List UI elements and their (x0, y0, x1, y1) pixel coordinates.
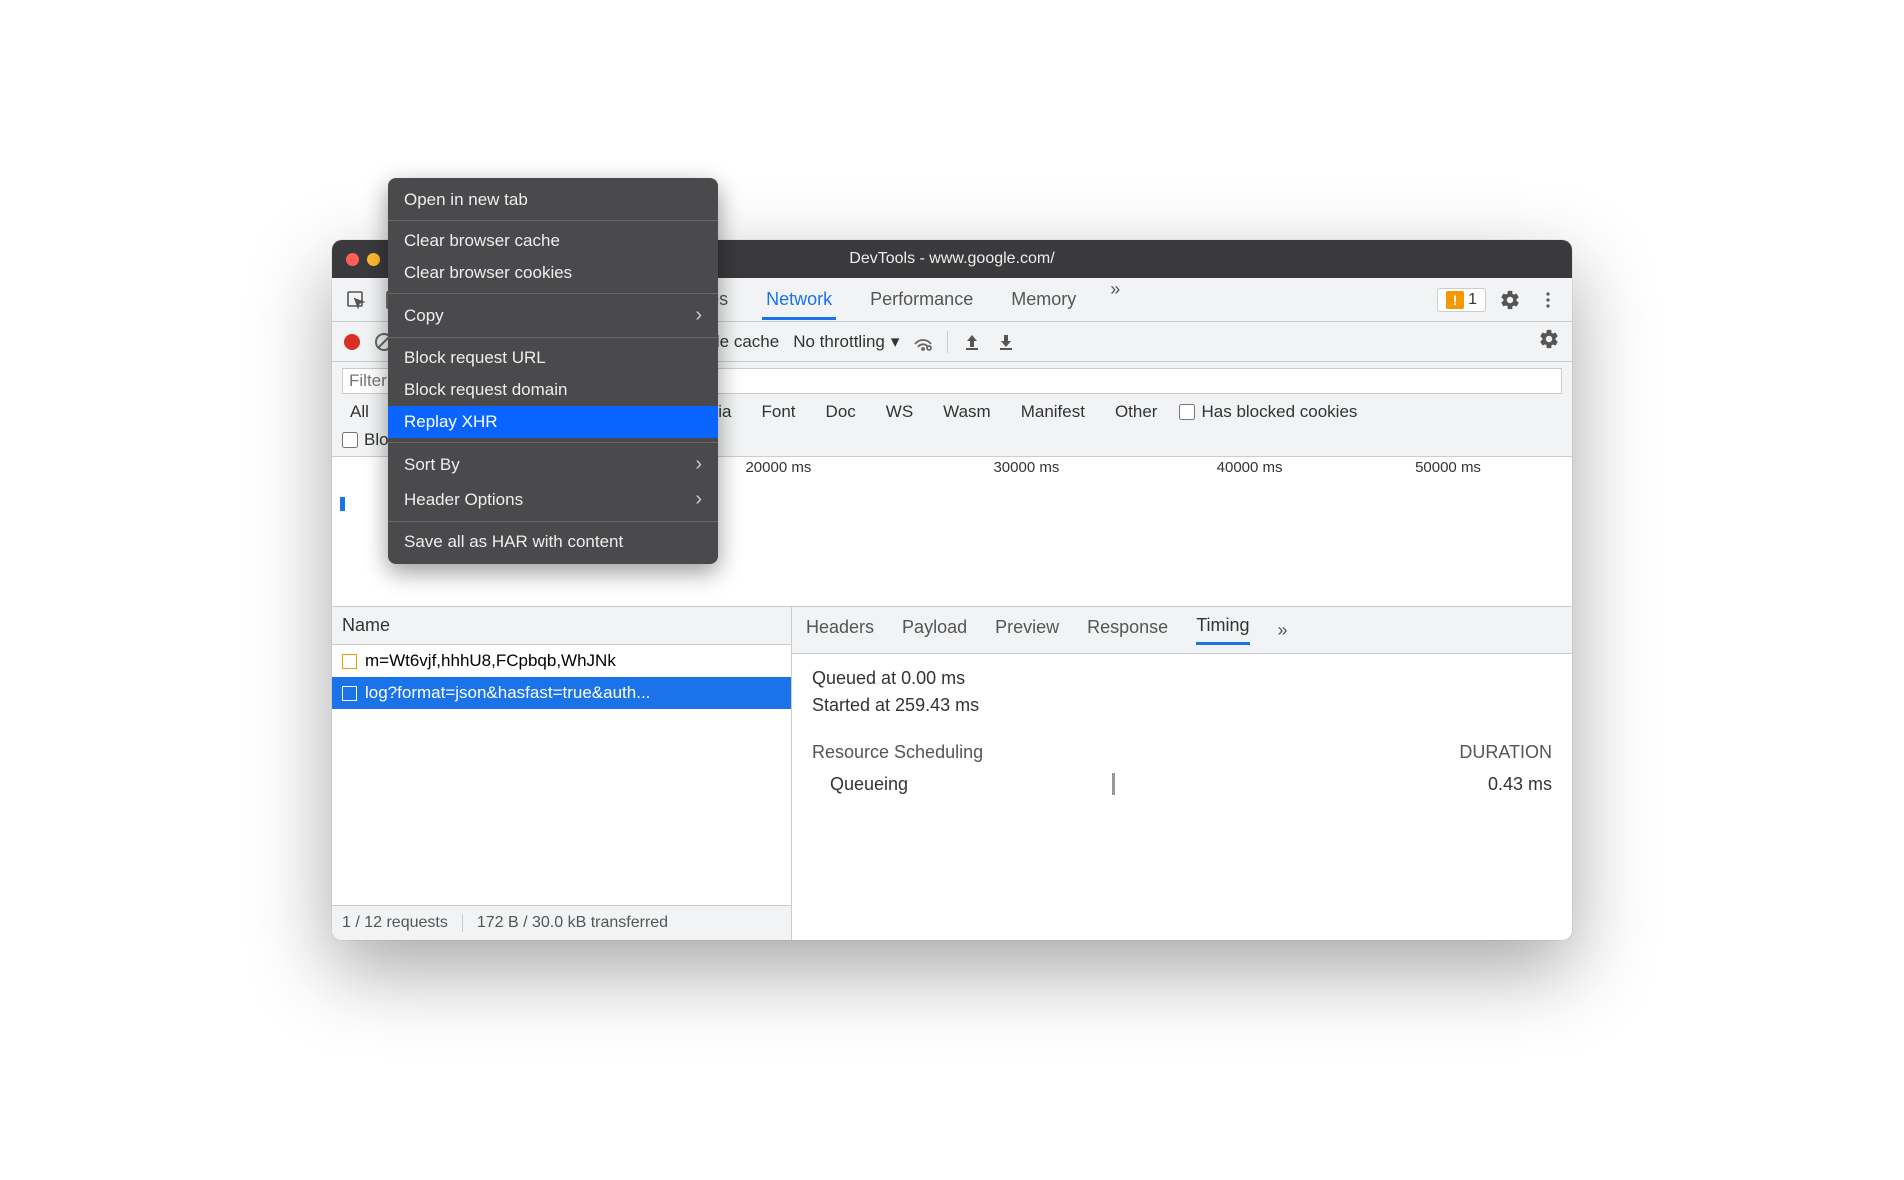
xhr-file-icon (342, 686, 357, 701)
detail-tab-payload[interactable]: Payload (902, 617, 967, 644)
queueing-bar (1112, 773, 1115, 795)
request-name: log?format=json&hasfast=true&auth... (365, 683, 650, 703)
filter-chip-font[interactable]: Font (754, 400, 804, 424)
kebab-menu-icon[interactable] (1534, 286, 1562, 314)
ctx-sort-by[interactable]: Sort By (388, 447, 718, 482)
ctx-block-domain[interactable]: Block request domain (388, 374, 718, 406)
ctx-replay-xhr[interactable]: Replay XHR (388, 406, 718, 438)
timeline-request-marker (340, 497, 345, 511)
queueing-value: 0.43 ms (1488, 774, 1552, 795)
timing-queueing-row: Queueing 0.43 ms (812, 773, 1552, 795)
queueing-label: Queueing (812, 774, 1112, 795)
filter-chip-manifest[interactable]: Manifest (1013, 400, 1093, 424)
filter-chip-wasm[interactable]: Wasm (935, 400, 999, 424)
tab-performance[interactable]: Performance (866, 279, 977, 320)
has-blocked-cookies-checkbox[interactable]: Has blocked cookies (1179, 402, 1357, 422)
filter-chip-other[interactable]: Other (1107, 400, 1166, 424)
warning-count: 1 (1468, 291, 1477, 309)
timing-queued: Queued at 0.00 ms (812, 668, 1552, 689)
download-har-icon[interactable] (996, 332, 1016, 352)
filter-chip-ws[interactable]: WS (878, 400, 921, 424)
warning-icon: ! (1446, 291, 1464, 309)
chevron-down-icon: ▾ (891, 332, 900, 352)
record-button[interactable] (344, 334, 360, 350)
status-bar: 1 / 12 requests 172 B / 30.0 kB transfer… (332, 905, 791, 940)
devtools-window: DevTools - www.google.com/ Elements Cons… (332, 240, 1572, 940)
filter-chip-all[interactable]: All (342, 400, 377, 424)
ctx-clear-cache[interactable]: Clear browser cache (388, 240, 718, 257)
resource-scheduling-header: Resource Scheduling (812, 742, 983, 763)
detail-tabs: Headers Payload Preview Response Timing … (792, 607, 1572, 654)
request-row[interactable]: m=Wt6vjf,hhhU8,FCpbqb,WhJNk (332, 645, 791, 677)
timeline-tick: 40000 ms (1217, 459, 1283, 476)
request-name: m=Wt6vjf,hhhU8,FCpbqb,WhJNk (365, 651, 616, 671)
ctx-block-url[interactable]: Block request URL (388, 342, 718, 374)
detail-tab-response[interactable]: Response (1087, 617, 1168, 644)
detail-tab-headers[interactable]: Headers (806, 617, 874, 644)
timeline-tick: 20000 ms (745, 459, 811, 476)
duration-header: DURATION (1459, 742, 1552, 763)
script-file-icon (342, 654, 357, 669)
tab-network[interactable]: Network (762, 279, 836, 320)
timing-started: Started at 259.43 ms (812, 695, 1552, 716)
upload-har-icon[interactable] (962, 332, 982, 352)
filter-chip-doc[interactable]: Doc (818, 400, 864, 424)
tab-memory[interactable]: Memory (1007, 279, 1080, 320)
detail-tab-timing[interactable]: Timing (1196, 615, 1249, 645)
settings-gear-icon[interactable] (1496, 286, 1524, 314)
detail-tab-preview[interactable]: Preview (995, 617, 1059, 644)
network-split: Name m=Wt6vjf,hhhU8,FCpbqb,WhJNk log?for… (332, 607, 1572, 940)
timeline-tick: 30000 ms (993, 459, 1059, 476)
ctx-clear-cookies[interactable]: Clear browser cookies (388, 257, 718, 289)
more-tabs-icon[interactable]: » (1110, 279, 1120, 320)
network-settings-gear-icon[interactable] (1538, 328, 1560, 355)
ctx-save-har[interactable]: Save all as HAR with content (388, 526, 718, 558)
throttling-select[interactable]: No throttling ▾ (793, 332, 899, 352)
status-request-count: 1 / 12 requests (342, 914, 448, 932)
request-details: Headers Payload Preview Response Timing … (792, 607, 1572, 940)
context-menu: Open in new tab Clear browser cache Clea… (388, 240, 718, 564)
status-transfer: 172 B / 30.0 kB transferred (477, 914, 668, 932)
ctx-copy[interactable]: Copy (388, 298, 718, 333)
timeline-tick: 50000 ms (1415, 459, 1481, 476)
request-row-selected[interactable]: log?format=json&hasfast=true&auth... (332, 677, 791, 709)
more-detail-tabs-icon[interactable]: » (1278, 620, 1288, 641)
inspect-element-icon[interactable] (342, 286, 370, 314)
ctx-header-options[interactable]: Header Options (388, 482, 718, 517)
warnings-badge[interactable]: ! 1 (1437, 288, 1486, 312)
requests-list: Name m=Wt6vjf,hhhU8,FCpbqb,WhJNk log?for… (332, 607, 792, 940)
network-conditions-icon[interactable] (913, 332, 933, 352)
requests-header: Name (332, 607, 791, 645)
